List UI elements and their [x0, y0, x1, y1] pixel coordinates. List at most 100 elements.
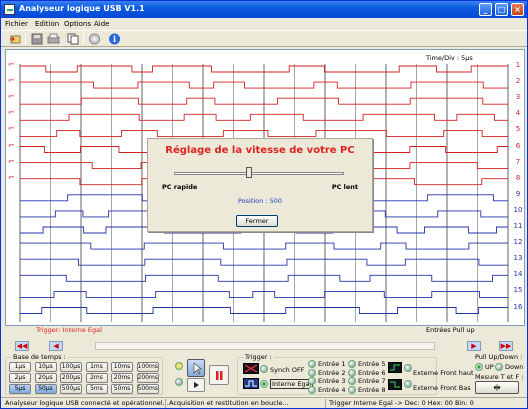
slider-position-readout: Position : 500: [237, 197, 283, 205]
external-low-label: Externe Front Bas: [413, 384, 471, 392]
channel-trigger-icon[interactable]: ⌐: [8, 60, 17, 69]
rising-edge-icon[interactable]: [388, 362, 402, 373]
timebase-button[interactable]: 200µs: [60, 373, 82, 383]
scroll-track[interactable]: [95, 342, 435, 350]
entry-radio[interactable]: [348, 368, 356, 377]
synch-off-radio[interactable]: [260, 365, 268, 373]
menu-edition[interactable]: Edition: [35, 20, 59, 28]
trigger-status-label: Trigger: Interne Egal: [36, 326, 102, 334]
channel-label: 8: [515, 173, 521, 182]
channel-label: 2: [515, 77, 521, 86]
timebase-button[interactable]: 500ms: [136, 384, 159, 394]
pullup-down-label: Down: [505, 363, 524, 371]
pullup-up-radio[interactable]: [475, 363, 483, 371]
entry-radio[interactable]: [348, 377, 356, 385]
timebase-button[interactable]: 20ms: [111, 373, 133, 383]
timebase-button[interactable]: 200ms: [136, 373, 159, 383]
channel-label: 9: [515, 189, 521, 198]
entry-label: Entrée 3: [318, 377, 346, 385]
pullup-up-label: UP: [485, 363, 494, 371]
timebase-button[interactable]: 50ms: [111, 384, 133, 394]
menu-fichier[interactable]: Fichier: [5, 20, 28, 28]
entry-radio[interactable]: [308, 385, 316, 394]
speed-slider-thumb[interactable]: [246, 167, 252, 178]
channel-label: 15: [513, 286, 523, 295]
channel-trigger-icon[interactable]: ⌐: [8, 141, 17, 150]
pause-button[interactable]: [209, 365, 229, 385]
close-dialog-button[interactable]: Fermer: [236, 215, 278, 227]
window-title: Analyseur logique USB V1.1: [19, 4, 145, 13]
title-bar[interactable]: Analyseur logique USB V1.1 _ □ ×: [1, 1, 527, 18]
settings-icon[interactable]: [88, 33, 101, 45]
app-icon: [4, 4, 15, 15]
menu-aide[interactable]: Aide: [94, 20, 109, 28]
minimize-button[interactable]: _: [479, 3, 492, 16]
channel-label: 10: [513, 205, 523, 214]
scroll-end-button[interactable]: ▶▶: [499, 341, 513, 351]
indicator-light: [175, 362, 183, 370]
entry-radio[interactable]: [308, 368, 316, 377]
measure-button[interactable]: [475, 381, 519, 394]
entry-radio[interactable]: [308, 377, 316, 385]
print-icon[interactable]: [47, 33, 60, 45]
synch-off-icon[interactable]: [243, 363, 259, 374]
scroll-right-button[interactable]: ▶: [467, 341, 481, 351]
channel-label: 7: [515, 157, 521, 166]
single-shot-button[interactable]: [187, 359, 205, 377]
timebase-button[interactable]: 10µs: [34, 362, 57, 372]
speed-settings-dialog: Réglage de la vitesse de votre PC PC rap…: [147, 138, 373, 232]
status-bar: Analyseur logique USB connecté et opérat…: [1, 397, 527, 408]
internal-trigger-icon[interactable]: [243, 378, 259, 389]
external-high-label: Externe Front haut: [413, 369, 474, 377]
status-connection: Analyseur logique USB connecté et opérat…: [5, 399, 169, 407]
toolbar: i: [1, 30, 527, 47]
close-button[interactable]: ×: [511, 3, 524, 16]
external-high-radio[interactable]: [404, 364, 412, 372]
pullup-down-radio[interactable]: [495, 363, 503, 371]
timebase-button[interactable]: 50µs: [34, 384, 57, 394]
pullup-status-label: Entrées Pull up: [426, 326, 475, 334]
external-low-radio[interactable]: [404, 380, 412, 388]
scroll-start-button[interactable]: ◀◀: [15, 341, 29, 351]
copy-icon[interactable]: [67, 33, 80, 45]
play-button[interactable]: [187, 378, 205, 392]
timebase-button[interactable]: 2µs: [9, 373, 31, 383]
timebase-button[interactable]: 100ms: [136, 362, 159, 372]
entry-radio[interactable]: [348, 360, 356, 368]
menu-options[interactable]: Options: [64, 20, 91, 28]
scroll-left-button[interactable]: ◀: [49, 341, 63, 351]
entry-radio[interactable]: [348, 385, 356, 394]
entry-radio[interactable]: [308, 360, 316, 368]
speed-slider-track[interactable]: [174, 172, 344, 175]
timebase-button[interactable]: 100µs: [60, 362, 82, 372]
time-scrollbar[interactable]: ◀◀ ◀ ▶ ▶▶: [5, 341, 525, 351]
entry-label: Entrée 2: [318, 368, 346, 377]
timebase-button[interactable]: 20µs: [34, 373, 57, 383]
timebase-button[interactable]: 2ms: [85, 373, 108, 383]
interne-egal-radio[interactable]: [260, 380, 268, 388]
open-icon[interactable]: [9, 33, 22, 45]
timebase-button[interactable]: 10ms: [111, 362, 133, 372]
status-separator: [165, 399, 166, 408]
channel-label: 11: [513, 222, 523, 230]
info-icon[interactable]: i: [108, 33, 121, 45]
timebase-button[interactable]: 1µs: [9, 362, 31, 372]
timebase-button[interactable]: 500µs: [60, 384, 82, 394]
timebase-button[interactable]: 5ms: [85, 384, 108, 394]
timebase-button[interactable]: 1ms: [85, 362, 108, 372]
channel-trigger-icon[interactable]: ⌐: [8, 92, 17, 101]
channel-trigger-icon[interactable]: ⌐: [8, 76, 17, 85]
entry-label: Entrée 4: [318, 385, 346, 394]
channel-trigger-icon[interactable]: ⌐: [8, 108, 17, 117]
maximize-button[interactable]: □: [495, 3, 508, 16]
toolbar-separator: [25, 33, 26, 45]
channel-trigger-icon[interactable]: ⌐: [8, 173, 17, 182]
channel-trigger-icon[interactable]: ⌐: [8, 157, 17, 166]
channel-trigger-icon[interactable]: ⌐: [8, 124, 17, 133]
timebase-button[interactable]: 5µs: [9, 384, 31, 394]
save-icon[interactable]: [31, 33, 44, 45]
entry-label: Entrée 6: [358, 368, 386, 377]
falling-edge-icon[interactable]: [388, 379, 402, 390]
trigger-group: Trigger : Synch OFF Interne Egal Entrée …: [237, 353, 437, 395]
channel-label: 14: [513, 270, 523, 279]
